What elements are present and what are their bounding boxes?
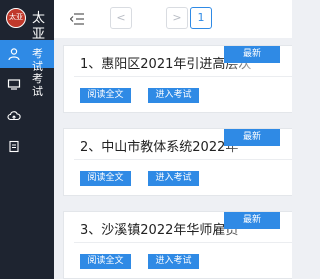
- sidebar-item-exam[interactable]: 考试: [0, 40, 54, 73]
- user-icon: [8, 48, 20, 61]
- sidebar-item-upload[interactable]: [0, 102, 54, 130]
- enter-exam-button[interactable]: 进入考试: [148, 88, 199, 103]
- menu-fold-icon[interactable]: [70, 13, 84, 25]
- sidebar-item-records[interactable]: [0, 132, 54, 160]
- cloud-upload-icon: [7, 111, 21, 121]
- read-full-button[interactable]: 阅读全文: [80, 88, 131, 103]
- next-page-button[interactable]: >: [166, 7, 188, 29]
- card-title[interactable]: 3、沙溪镇2022年华师雇员: [80, 219, 238, 238]
- enter-exam-button[interactable]: 进入考试: [148, 254, 199, 269]
- card-title[interactable]: 2、中山市教体系统2022年: [80, 136, 238, 155]
- new-badge: 最新: [224, 46, 280, 63]
- brand-title: 太亚: [32, 11, 46, 42]
- logo: 太亚: [6, 8, 26, 28]
- clipboard-icon: [9, 140, 19, 153]
- exam-card: 2、中山市教体系统2022年 最新 阅读全文 进入考试: [63, 128, 292, 196]
- exam-card: 3、沙溪镇2022年华师雇员 最新 阅读全文 进入考试: [63, 211, 292, 279]
- sidebar-item-label: 考试: [32, 72, 43, 98]
- top-bar: < 1 >: [54, 0, 292, 38]
- exam-card: 1、惠阳区2021年引进高层次 最新 阅读全文 进入考试: [63, 45, 292, 113]
- enter-exam-button[interactable]: 进入考试: [148, 171, 199, 186]
- monitor-icon: [7, 79, 21, 90]
- divider: [74, 242, 292, 243]
- new-badge: 最新: [224, 212, 280, 229]
- sidebar-item-monitor[interactable]: 考试: [0, 70, 54, 98]
- current-page-button[interactable]: 1: [190, 7, 212, 29]
- prev-page-button[interactable]: <: [110, 7, 132, 29]
- read-full-button[interactable]: 阅读全文: [80, 171, 131, 186]
- new-badge: 最新: [224, 129, 280, 146]
- divider: [74, 159, 292, 160]
- read-full-button[interactable]: 阅读全文: [80, 254, 131, 269]
- divider: [74, 76, 292, 77]
- sidebar: 太亚 太亚 考试 考试: [0, 0, 54, 279]
- brand: 太亚 太亚: [0, 0, 54, 42]
